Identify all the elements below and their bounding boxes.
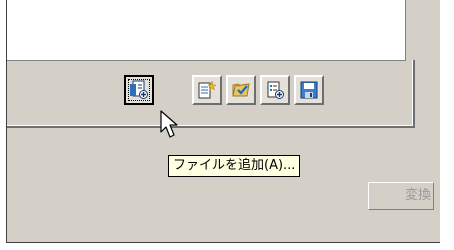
- folder-check-button[interactable]: [226, 75, 256, 105]
- add-file-icon: [130, 80, 148, 99]
- convert-button[interactable]: 変換: [368, 182, 434, 210]
- folder-check-icon: [232, 83, 250, 97]
- new-sparkle-document-icon: [198, 80, 217, 99]
- new-document-button[interactable]: [192, 75, 222, 105]
- save-button[interactable]: [294, 75, 324, 105]
- file-list-panel[interactable]: [7, 0, 406, 61]
- document-add-icon: [267, 81, 284, 99]
- save-disk-icon: [300, 81, 318, 99]
- tooltip: ファイルを追加(A)...: [168, 155, 301, 177]
- mouse-cursor-icon: [160, 110, 180, 144]
- add-file-button[interactable]: [124, 75, 154, 105]
- document-add-button[interactable]: [260, 75, 290, 105]
